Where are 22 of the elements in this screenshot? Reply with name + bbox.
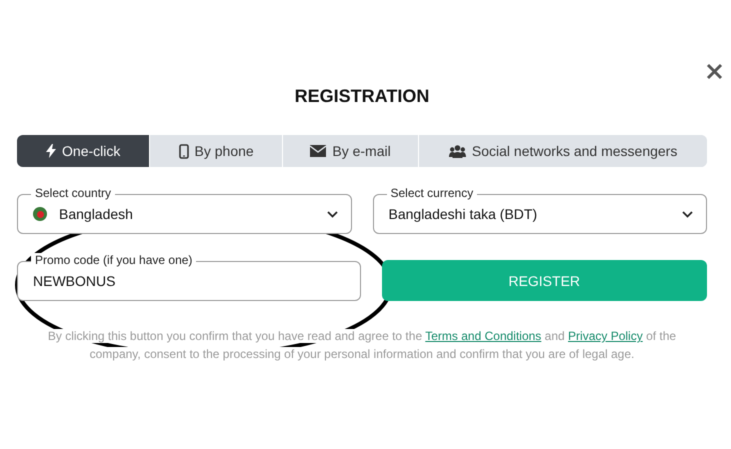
close-button[interactable] [706, 63, 723, 80]
lightning-icon [46, 144, 56, 158]
field-label: Select currency [386, 186, 478, 200]
flag-icon [33, 207, 47, 221]
people-icon [448, 144, 466, 158]
terms-link[interactable]: Terms and Conditions [425, 329, 542, 343]
privacy-link[interactable]: Privacy Policy [568, 329, 643, 343]
select-value: Bangladeshi taka (BDT) [388, 206, 538, 222]
disclaimer-text: By clicking this button you confirm that you have read and agree to the Terms and Conditions and Privacy Policy of the company, consent to the processing of your personal information and confirm that you are of legal age. [46, 328, 678, 363]
chevron-icon [682, 210, 693, 218]
dialog-title: REGISTRATION [294, 86, 430, 107]
tab[interactable]: One-click [17, 135, 150, 167]
chevron-icon [326, 210, 338, 218]
envelope-icon [310, 145, 326, 157]
currency-select[interactable]: Select currency Bangladeshi taka (BDT) [372, 186, 707, 234]
promo-code-input[interactable]: NEWBONUS [33, 273, 346, 289]
field-label: Select country [31, 186, 116, 200]
phone-icon [178, 144, 189, 158]
promo-code-field[interactable]: Promo code (if you have one) NEWBONUS [17, 253, 360, 301]
field-label: Promo code (if you have one) [31, 253, 196, 267]
country-select[interactable]: Select country Bangladesh [17, 186, 352, 234]
select-value: Bangladesh [59, 206, 134, 222]
